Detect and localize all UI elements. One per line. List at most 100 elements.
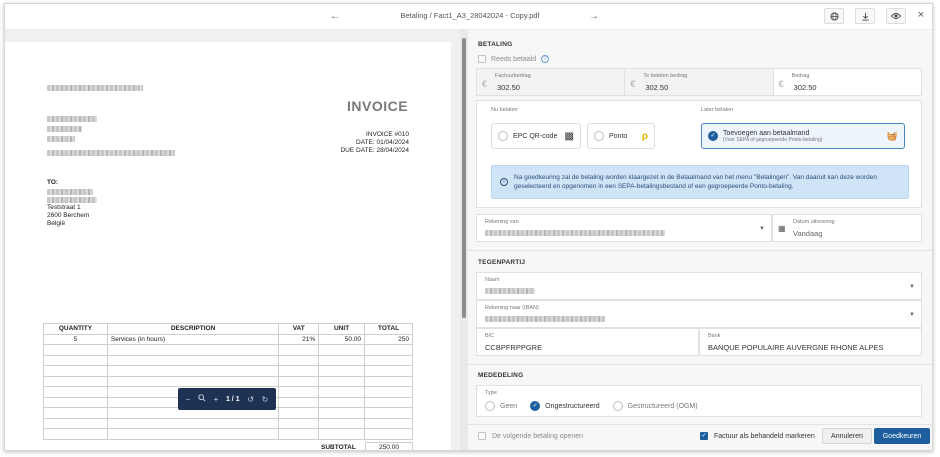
rekening-van-label: Rekening van bbox=[485, 219, 519, 225]
recipient-address: Teststraat 1 2600 Berchem België bbox=[47, 204, 89, 228]
radio-geen-label: Geen bbox=[500, 402, 518, 410]
payment-panel: BETALING Reeds betaald ? € Factuurbedrag… bbox=[468, 30, 932, 450]
volgende-openen-checkbox[interactable] bbox=[478, 432, 486, 440]
calendar-icon[interactable]: ▦ bbox=[778, 224, 786, 233]
option-ponto[interactable]: Ponto ρ bbox=[587, 123, 655, 149]
col-vat: VAT bbox=[278, 323, 320, 335]
type-options: Geen ✓ Ongestructureerd Gestructureerd (… bbox=[485, 401, 698, 411]
radio-betaalmand[interactable]: ✓ bbox=[708, 131, 718, 141]
bedrag-field[interactable]: € Bedrag 302.50 bbox=[773, 69, 921, 95]
subtotal-value: 250.00 bbox=[365, 442, 413, 450]
rekening-naar-select[interactable]: Rekening naar (IBAN) ▼ bbox=[476, 300, 922, 328]
cell-quantity: 5 bbox=[43, 333, 108, 345]
chevron-down-icon[interactable]: ▼ bbox=[909, 284, 915, 290]
naam-label: Naam bbox=[485, 277, 500, 283]
info-icon: i bbox=[500, 178, 508, 186]
naam-select[interactable]: Naam ▼ bbox=[476, 272, 922, 300]
col-quantity: QUANTITY bbox=[43, 323, 108, 335]
cell-total: 250 bbox=[364, 333, 413, 345]
datum-value: Vandaag bbox=[793, 229, 823, 238]
type-label: Type bbox=[485, 390, 497, 396]
rekening-van-select[interactable]: Rekening van ▼ bbox=[476, 214, 772, 242]
invoice-number: INVOICE #010 bbox=[366, 131, 409, 138]
bank-label: Bank bbox=[708, 333, 721, 339]
bic-value[interactable]: CCBPFRPPGRE bbox=[485, 343, 542, 352]
factuur-behandeld-label: Factuur als behandeld markeren bbox=[714, 432, 815, 440]
bic-field[interactable]: BIC CCBPFRPPGRE bbox=[476, 328, 699, 356]
radio-ponto[interactable] bbox=[594, 131, 604, 141]
reeds-betaald-row: Reeds betaald ? bbox=[478, 55, 550, 63]
goedkeuren-button[interactable]: Goedkeuren bbox=[874, 428, 930, 444]
reeds-betaald-checkbox[interactable] bbox=[478, 55, 486, 63]
qr-code-icon: ▩ bbox=[564, 130, 574, 142]
col-total: TOTAL bbox=[364, 323, 413, 335]
section-tegenpartij-title: TEGENPARTIJ bbox=[478, 259, 526, 266]
option-betaalmand-label: Toevoegen aan betaalmand bbox=[723, 129, 810, 137]
to-city: 2600 Berchem bbox=[47, 212, 90, 219]
rotate-left-icon[interactable]: ↺ bbox=[247, 395, 254, 404]
datum-label: Datum uitvoering bbox=[793, 219, 835, 225]
bic-label: BIC bbox=[485, 333, 495, 339]
table-header-row: QUANTITY DESCRIPTION VAT UNIT TOTAL bbox=[43, 323, 413, 335]
to-country: België bbox=[47, 220, 66, 227]
bedrag-label: Bedrag bbox=[791, 73, 810, 79]
globe-icon[interactable] bbox=[824, 8, 844, 24]
datum-uitvoering-field[interactable]: ▦ Datum uitvoering Vandaag bbox=[772, 214, 922, 242]
arrow-right-icon[interactable]: → bbox=[587, 10, 601, 24]
annuleren-button[interactable]: Annuleren bbox=[822, 428, 872, 444]
invoice-due-date: DUE DATE: 28/04/2024 bbox=[340, 147, 409, 154]
zoom-in-icon[interactable]: + bbox=[214, 395, 219, 404]
invoice-meta: INVOICE #010 DATE: 01/04/2024 DUE DATE: … bbox=[340, 131, 409, 155]
to-label: TO: bbox=[47, 179, 59, 186]
euro-icon: € bbox=[630, 79, 636, 89]
top-bar: ← Betaling / Fact1_A3_28042024 - Copy.pd… bbox=[5, 4, 932, 30]
bank-field[interactable]: Bank BANQUE POPULAIRE AUVERGNE RHONE ALP… bbox=[699, 328, 922, 356]
table-row bbox=[43, 365, 413, 377]
eye-icon[interactable] bbox=[886, 8, 906, 24]
euro-icon: € bbox=[778, 79, 784, 89]
option-epc-qr-label: EPC QR-code bbox=[513, 132, 558, 140]
euro-icon: € bbox=[482, 79, 488, 89]
chevron-down-icon[interactable]: ▼ bbox=[909, 312, 915, 318]
option-epc-qr[interactable]: EPC QR-code ▩ bbox=[491, 123, 581, 149]
rotate-right-icon[interactable]: ↻ bbox=[262, 395, 269, 404]
radio-ongestructureerd[interactable]: ✓ bbox=[530, 401, 541, 411]
arrow-left-icon[interactable]: ← bbox=[328, 10, 342, 24]
info-text: Na goedkeuring zal de betaling worden kl… bbox=[514, 174, 877, 190]
divider bbox=[468, 364, 932, 365]
amounts-row: € Factuurbedrag 302.50 € Te betalen bedr… bbox=[476, 68, 922, 96]
document-dialog: ← Betaling / Fact1_A3_28042024 - Copy.pd… bbox=[4, 3, 933, 451]
pdf-viewer: INVOICE INVOICE #010 DATE: 01/04/2024 DU… bbox=[5, 30, 461, 451]
help-icon[interactable]: ? bbox=[541, 55, 550, 63]
recipient-block: TO: bbox=[47, 179, 58, 187]
pdf-page: INVOICE INVOICE #010 DATE: 01/04/2024 DU… bbox=[5, 42, 451, 451]
radio-geen[interactable] bbox=[485, 401, 495, 411]
te-betalen-field: € Te betalen bedrag 302.50 bbox=[625, 69, 774, 95]
zoom-out-icon[interactable]: − bbox=[186, 395, 191, 404]
bedrag-input[interactable]: 302.50 bbox=[794, 83, 817, 92]
option-betaalmand[interactable]: ✓ Toevoegen aan betaalmand (Voor SEPA of… bbox=[701, 123, 905, 149]
radio-epc-qr[interactable] bbox=[498, 131, 508, 141]
bank-value[interactable]: BANQUE POPULAIRE AUVERGNE RHONE ALPES bbox=[708, 343, 883, 352]
factuur-behandeld-checkbox[interactable]: ✓ bbox=[700, 432, 708, 440]
radio-gestructureerd[interactable] bbox=[612, 401, 623, 411]
table-row bbox=[43, 428, 413, 440]
close-icon[interactable]: × bbox=[918, 9, 924, 21]
subtotal-label: SUBTOTAL bbox=[321, 444, 356, 451]
factuurbedrag-field: € Factuurbedrag 302.50 bbox=[477, 69, 626, 95]
table-row bbox=[43, 354, 413, 366]
section-mededeling-title: MEDEDELING bbox=[478, 372, 524, 379]
invoice-title: INVOICE bbox=[347, 98, 409, 114]
table-row bbox=[43, 417, 413, 429]
redacted-iban bbox=[485, 316, 605, 322]
search-icon[interactable] bbox=[198, 394, 206, 404]
factuurbedrag-value: 302.50 bbox=[497, 83, 520, 92]
cell-description: Services (in hours) bbox=[106, 333, 280, 345]
redacted-address bbox=[47, 116, 97, 122]
volgende-openen-row: De volgende betaling openen bbox=[478, 432, 583, 440]
viewer-scrollbar[interactable] bbox=[460, 30, 468, 450]
download-icon[interactable] bbox=[855, 8, 875, 24]
later-betalen-label: Later betalen bbox=[701, 107, 734, 113]
redacted-recipient bbox=[47, 189, 93, 195]
chevron-down-icon[interactable]: ▼ bbox=[759, 226, 765, 232]
